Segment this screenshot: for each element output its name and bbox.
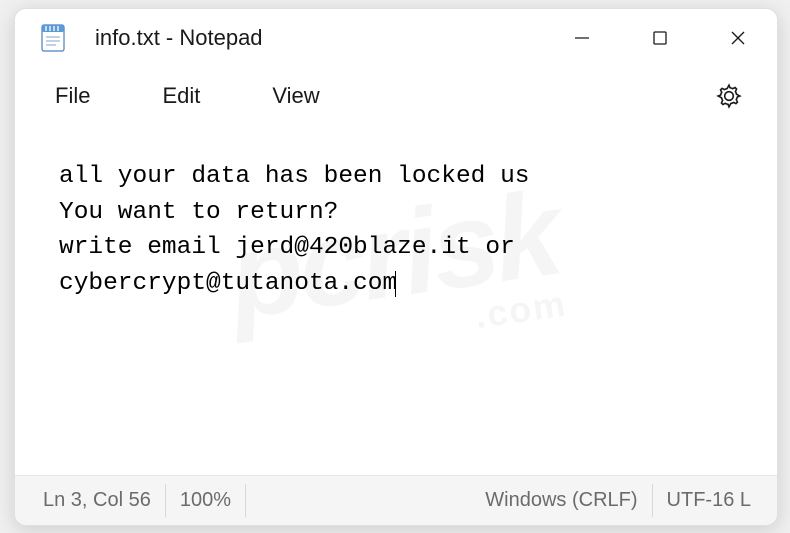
minimize-button[interactable]	[543, 9, 621, 67]
titlebar: info.txt - Notepad	[15, 9, 777, 67]
statusbar: Ln 3, Col 56 100% Windows (CRLF) UTF-16 …	[15, 475, 777, 525]
menu-view[interactable]: View	[260, 77, 331, 115]
window-controls	[543, 9, 777, 67]
status-zoom[interactable]: 100%	[166, 484, 246, 517]
menu-file[interactable]: File	[43, 77, 102, 115]
status-encoding: UTF-16 L	[653, 484, 765, 517]
menu-edit[interactable]: Edit	[150, 77, 212, 115]
text-caret	[395, 271, 396, 297]
window-title: info.txt - Notepad	[95, 25, 543, 51]
status-eol: Windows (CRLF)	[471, 484, 652, 517]
document-text: all your data has been locked us You wan…	[59, 163, 529, 297]
close-button[interactable]	[699, 9, 777, 67]
status-position: Ln 3, Col 56	[27, 484, 166, 517]
settings-button[interactable]	[709, 76, 749, 116]
gear-icon	[716, 83, 742, 109]
menubar: File Edit View	[15, 67, 777, 125]
notepad-icon	[39, 24, 67, 52]
text-area[interactable]: all your data has been locked us You wan…	[15, 125, 777, 475]
notepad-window: info.txt - Notepad File Edit View all yo…	[14, 8, 778, 526]
maximize-button[interactable]	[621, 9, 699, 67]
